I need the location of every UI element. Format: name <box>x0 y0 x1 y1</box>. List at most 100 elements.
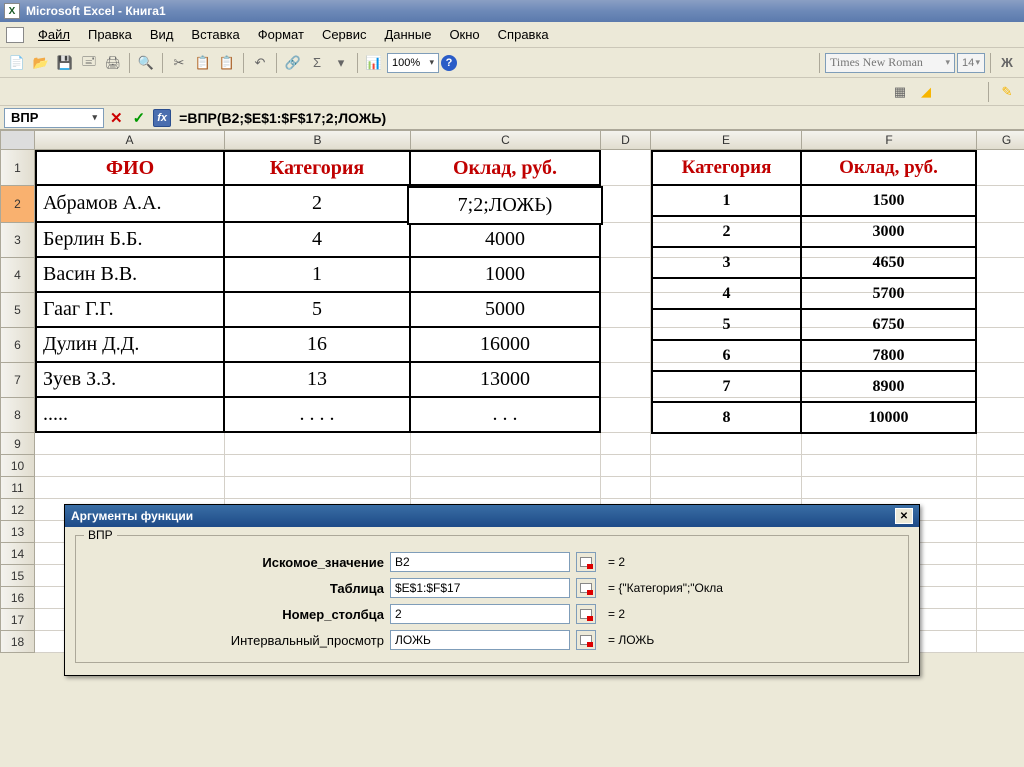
row-header-14[interactable]: 14 <box>0 543 35 565</box>
table1-cell[interactable]: 13000 <box>411 363 601 398</box>
cell[interactable] <box>802 433 977 455</box>
table2-cell[interactable]: 7800 <box>802 341 977 372</box>
zoom-select[interactable]: 100% <box>387 53 439 73</box>
row-header-2[interactable]: 2 <box>0 186 35 223</box>
menu-help[interactable]: Справка <box>490 25 557 44</box>
table1-cell[interactable]: . . . . <box>225 398 411 433</box>
cell[interactable] <box>977 293 1024 328</box>
table1-cell[interactable]: ..... <box>35 398 225 433</box>
menu-window[interactable]: Окно <box>441 25 487 44</box>
table2-cell[interactable]: 5 <box>651 310 802 341</box>
bold-button[interactable]: Ж <box>996 52 1018 74</box>
cell[interactable] <box>601 363 651 398</box>
table1-cell[interactable]: 1000 <box>411 258 601 293</box>
table1-cell[interactable]: 16 <box>225 328 411 363</box>
table2-cell[interactable]: 2 <box>651 217 802 248</box>
row-header-1[interactable]: 1 <box>0 150 35 186</box>
row-header-17[interactable]: 17 <box>0 609 35 631</box>
cell[interactable] <box>601 258 651 293</box>
arg-input[interactable]: $E$1:$F$17 <box>390 578 570 598</box>
menu-insert[interactable]: Вставка <box>183 25 247 44</box>
table1-cell[interactable]: 1 <box>225 258 411 293</box>
cell[interactable] <box>977 631 1024 653</box>
table2-cell[interactable]: 3 <box>651 248 802 279</box>
fill-button[interactable]: ◢ <box>915 81 937 103</box>
cell[interactable] <box>977 258 1024 293</box>
cell[interactable] <box>802 477 977 499</box>
table1-cell[interactable]: 5 <box>225 293 411 328</box>
range-selector-icon[interactable] <box>576 578 596 598</box>
paste-button[interactable]: 📋 <box>216 52 238 74</box>
row-header-6[interactable]: 6 <box>0 328 35 363</box>
table1-cell[interactable]: Берлин Б.Б. <box>35 223 225 258</box>
dialog-titlebar[interactable]: Аргументы функции ✕ <box>65 505 919 527</box>
col-header-D[interactable]: D <box>601 130 651 150</box>
col-header-C[interactable]: C <box>411 130 601 150</box>
row-header-5[interactable]: 5 <box>0 293 35 328</box>
chart-button[interactable]: 📊 <box>363 52 385 74</box>
table2-cell[interactable]: 5700 <box>802 279 977 310</box>
cell[interactable] <box>601 186 651 223</box>
cancel-icon[interactable]: ✕ <box>104 109 129 127</box>
row-header-9[interactable]: 9 <box>0 433 35 455</box>
menu-edit[interactable]: Правка <box>80 25 140 44</box>
table2-cell[interactable]: 6750 <box>802 310 977 341</box>
menu-tools[interactable]: Сервис <box>314 25 375 44</box>
cell[interactable] <box>802 455 977 477</box>
table1-cell[interactable]: Гааг Г.Г. <box>35 293 225 328</box>
cell[interactable] <box>977 521 1024 543</box>
row-header-13[interactable]: 13 <box>0 521 35 543</box>
table2-cell[interactable]: 1500 <box>802 186 977 217</box>
col-header-A[interactable]: A <box>35 130 225 150</box>
font-select[interactable]: Times New Roman <box>825 53 955 73</box>
cell[interactable] <box>651 433 802 455</box>
cell[interactable] <box>977 433 1024 455</box>
hyperlink-button[interactable]: 🔗 <box>282 52 304 74</box>
table1-cell[interactable]: 4 <box>225 223 411 258</box>
cell[interactable] <box>601 293 651 328</box>
cell[interactable] <box>977 328 1024 363</box>
arg-input[interactable]: ЛОЖЬ <box>390 630 570 650</box>
fx-icon[interactable]: fx <box>153 109 171 127</box>
help-button[interactable]: ? <box>441 55 457 71</box>
cell[interactable] <box>601 477 651 499</box>
row-header-11[interactable]: 11 <box>0 477 35 499</box>
cell[interactable] <box>225 477 411 499</box>
row-header-15[interactable]: 15 <box>0 565 35 587</box>
table2-cell[interactable]: 1 <box>651 186 802 217</box>
cell[interactable] <box>977 587 1024 609</box>
table-button[interactable]: ▦ <box>889 81 911 103</box>
table1-cell[interactable]: 5000 <box>411 293 601 328</box>
row-header-3[interactable]: 3 <box>0 223 35 258</box>
cell[interactable] <box>35 455 225 477</box>
save-button[interactable]: 💾 <box>54 52 76 74</box>
open-button[interactable]: 📂 <box>30 52 52 74</box>
col-header-F[interactable]: F <box>802 130 977 150</box>
row-header-10[interactable]: 10 <box>0 455 35 477</box>
col-header-G[interactable]: G <box>977 130 1024 150</box>
active-cell-editor[interactable]: 7;2;ЛОЖЬ) <box>407 186 603 225</box>
range-selector-icon[interactable] <box>576 604 596 624</box>
cell[interactable] <box>35 433 225 455</box>
cell[interactable] <box>601 433 651 455</box>
table1-cell[interactable]: 16000 <box>411 328 601 363</box>
cell[interactable] <box>651 477 802 499</box>
table2-cell[interactable]: 4650 <box>802 248 977 279</box>
cell[interactable] <box>977 455 1024 477</box>
fontsize-select[interactable]: 14 <box>957 53 985 73</box>
table1-cell[interactable]: Абрамов А.А. <box>35 186 225 223</box>
cell[interactable] <box>601 328 651 363</box>
table2-cell[interactable]: 8900 <box>802 372 977 403</box>
cell[interactable] <box>601 223 651 258</box>
cell[interactable] <box>977 609 1024 631</box>
table1-cell[interactable]: Дулин Д.Д. <box>35 328 225 363</box>
menu-file[interactable]: Файл <box>30 25 78 44</box>
range-selector-icon[interactable] <box>576 630 596 650</box>
highlight-button[interactable]: ✎ <box>996 81 1018 103</box>
table1-cell[interactable]: 4000 <box>411 223 601 258</box>
cell[interactable] <box>977 543 1024 565</box>
cell[interactable] <box>977 150 1024 186</box>
cell[interactable] <box>977 223 1024 258</box>
table1-cell[interactable]: Васин В.В. <box>35 258 225 293</box>
cell[interactable] <box>977 499 1024 521</box>
